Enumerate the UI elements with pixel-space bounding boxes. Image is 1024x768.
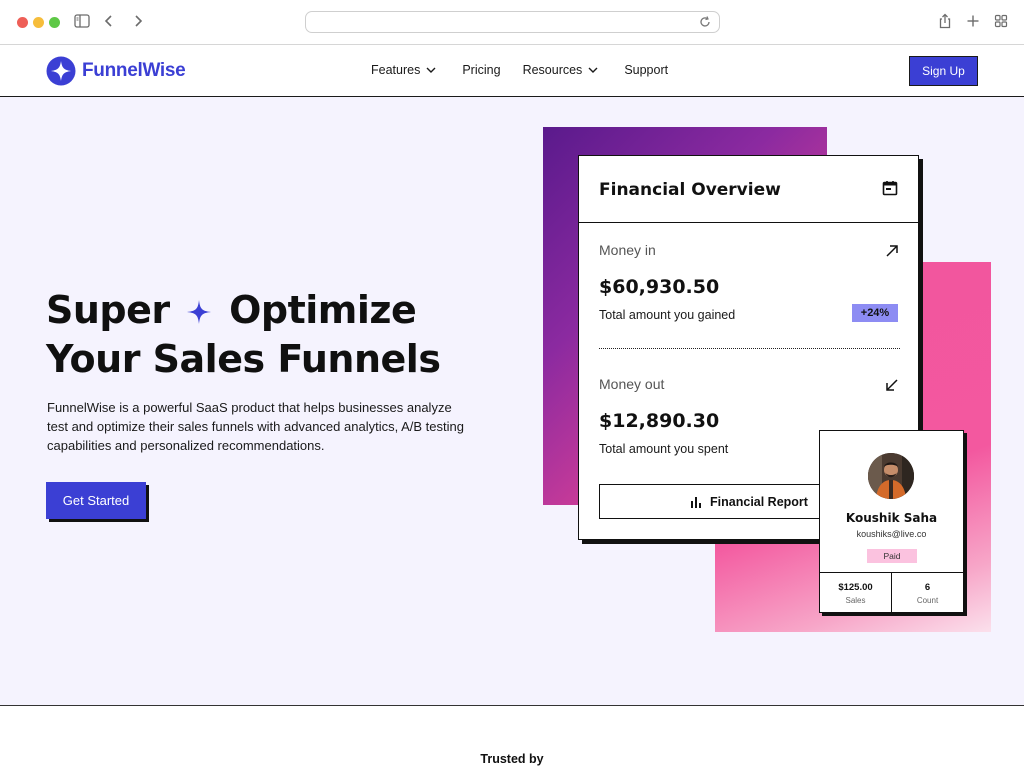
sparkle-icon bbox=[186, 289, 212, 336]
reload-icon[interactable] bbox=[698, 15, 712, 29]
stat-sales: $125.00 Sales bbox=[820, 573, 891, 614]
money-in-caption: Total amount you gained bbox=[599, 308, 736, 322]
growth-badge: +24% bbox=[852, 304, 898, 322]
site-navbar: FunnelWise Features Pricing Resources Su… bbox=[0, 45, 1024, 97]
hero-headline: Super Optimize Your Sales Funnels bbox=[46, 287, 441, 383]
back-icon[interactable] bbox=[100, 12, 118, 30]
sparkle-logo-icon bbox=[46, 56, 76, 86]
calendar-icon[interactable] bbox=[882, 180, 898, 201]
nav-item-label: Features bbox=[371, 63, 421, 77]
money-out-label: Money out bbox=[599, 376, 665, 392]
arrow-up-right-icon bbox=[886, 244, 898, 262]
headline-word: Optimize bbox=[229, 288, 417, 332]
dotted-divider bbox=[599, 348, 900, 349]
stat-label: Sales bbox=[845, 596, 866, 605]
stat-label: Count bbox=[916, 596, 939, 605]
brand-logo[interactable]: FunnelWise bbox=[46, 56, 186, 86]
brand-name: FunnelWise bbox=[82, 60, 186, 81]
card-title: Financial Overview bbox=[599, 180, 781, 200]
nav-item-resources[interactable]: Resources bbox=[523, 63, 599, 77]
nav-item-support[interactable]: Support bbox=[624, 63, 668, 77]
customer-stats: $125.00 Sales 6 Count bbox=[820, 572, 963, 614]
new-tab-icon[interactable] bbox=[964, 12, 982, 30]
sidebar-icon[interactable] bbox=[73, 12, 91, 30]
customer-profile-card: Koushik Saha koushiks@live.co Paid $125.… bbox=[819, 430, 964, 614]
stat-value: 6 bbox=[924, 582, 931, 593]
zoom-window-button[interactable] bbox=[49, 17, 60, 28]
money-in-label: Money in bbox=[599, 242, 656, 258]
close-window-button[interactable] bbox=[17, 17, 28, 28]
forward-icon[interactable] bbox=[129, 12, 147, 30]
tabs-overview-icon[interactable] bbox=[992, 12, 1010, 30]
nav-item-pricing[interactable]: Pricing bbox=[462, 63, 500, 77]
nav-item-label: Support bbox=[624, 63, 669, 77]
report-button-label: Financial Report bbox=[710, 494, 808, 509]
money-out-caption: Total amount you spent bbox=[599, 442, 729, 456]
headline-word: Super bbox=[46, 288, 170, 332]
browser-toolbar bbox=[0, 0, 1024, 45]
customer-name: Koushik Saha bbox=[845, 511, 938, 525]
nav-item-features[interactable]: Features bbox=[371, 63, 436, 77]
address-bar[interactable] bbox=[305, 11, 720, 33]
hero-description: FunnelWise is a powerful SaaS product th… bbox=[47, 400, 464, 453]
status-badge: Paid bbox=[867, 549, 917, 563]
stat-value: $125.00 bbox=[838, 582, 873, 593]
money-in-amount: $60,930.50 bbox=[599, 276, 720, 298]
customer-email: koushiks@live.co bbox=[856, 529, 927, 539]
hero-section: Super Optimize Your Sales Funnels Funnel… bbox=[0, 97, 1024, 706]
trusted-by-heading: Trusted by bbox=[480, 752, 544, 766]
arrow-down-left-icon bbox=[886, 378, 898, 396]
sign-up-button[interactable]: Sign Up bbox=[909, 56, 978, 86]
stat-count: 6 Count bbox=[891, 573, 963, 614]
headline-line: Your Sales Funnels bbox=[46, 337, 441, 381]
minimize-window-button[interactable] bbox=[33, 17, 44, 28]
get-started-button[interactable]: Get Started bbox=[46, 482, 146, 519]
chevron-down-icon bbox=[588, 67, 598, 73]
nav-item-label: Pricing bbox=[462, 63, 501, 77]
nav-item-label: Resources bbox=[522, 63, 583, 77]
card-header: Financial Overview bbox=[579, 156, 918, 223]
bar-chart-icon bbox=[691, 496, 702, 508]
money-out-amount: $12,890.30 bbox=[599, 410, 720, 432]
share-icon[interactable] bbox=[936, 12, 954, 30]
avatar bbox=[868, 453, 914, 499]
chevron-down-icon bbox=[426, 67, 436, 73]
main-menu: Features Pricing Resources Support bbox=[371, 63, 668, 77]
